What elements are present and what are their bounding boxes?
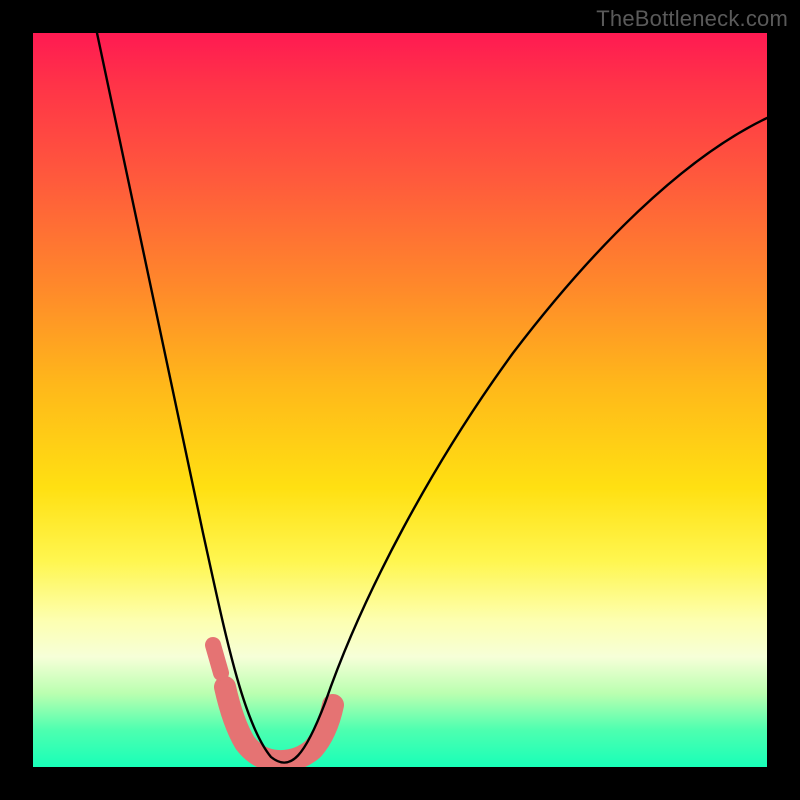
watermark-text: TheBottleneck.com (596, 6, 788, 32)
sweet-spot-dash-left (213, 645, 221, 673)
chart-frame: TheBottleneck.com (0, 0, 800, 800)
bottleneck-curve (97, 33, 767, 763)
plot-svg (33, 33, 767, 767)
plot-area (33, 33, 767, 767)
